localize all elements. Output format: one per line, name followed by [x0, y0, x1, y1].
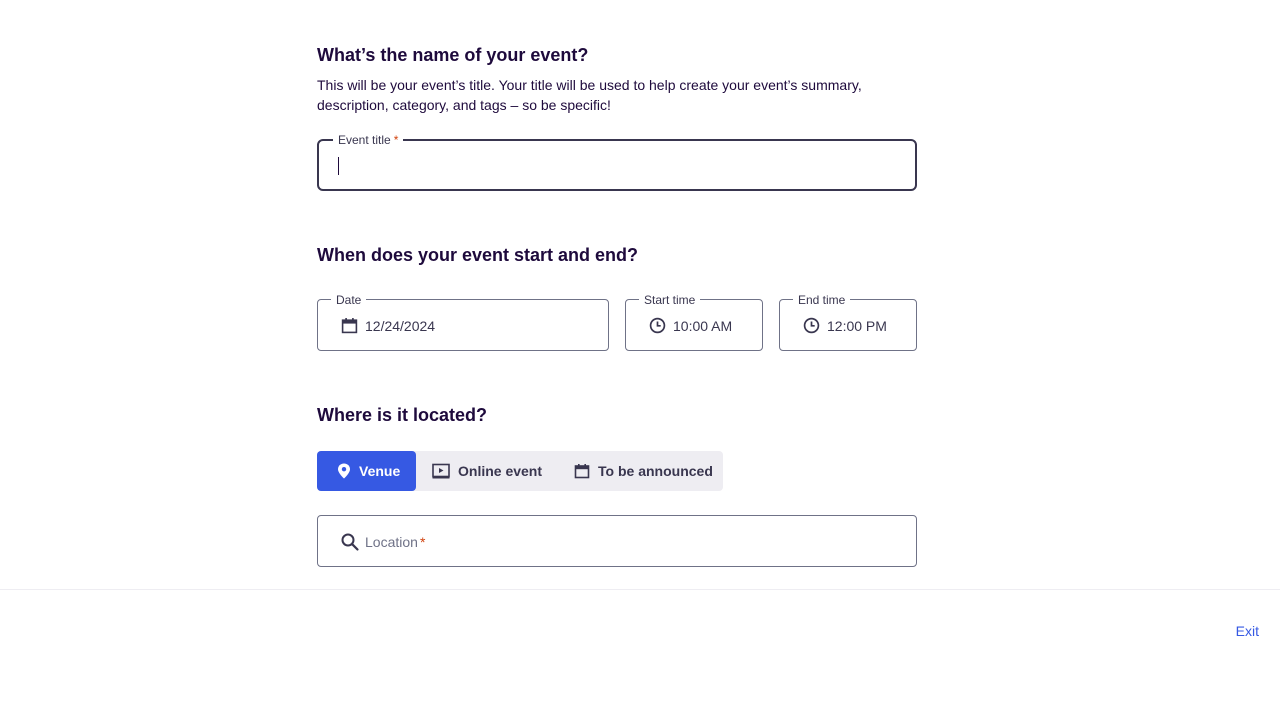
exit-link[interactable]: Exit [1236, 623, 1259, 639]
to-be-announced-option-button[interactable]: To be announced [558, 451, 729, 491]
required-asterisk: * [393, 133, 399, 147]
text-cursor [338, 157, 339, 175]
calendar-icon [574, 464, 590, 479]
start-time-value: 10:00 AM [673, 318, 733, 334]
date-picker-field[interactable]: Date 12/24/2024 [317, 292, 609, 351]
venue-option-button[interactable]: Venue [317, 451, 416, 491]
location-heading: Where is it located? [317, 405, 488, 425]
required-asterisk: * [419, 534, 426, 550]
online-event-option-button[interactable]: Online event [416, 451, 558, 491]
clock-icon [649, 317, 666, 334]
location-type-selector: Venue Online event To be announced [317, 451, 723, 491]
to-be-announced-option-label: To be announced [598, 463, 713, 479]
start-time-field[interactable]: Start time 10:00 AM [625, 292, 763, 351]
form-scroll-area[interactable]: What’s the name of your event? This will… [0, 0, 1280, 589]
location-placeholder: Location * [365, 534, 426, 550]
video-screen-icon [432, 463, 450, 479]
search-icon [341, 533, 359, 551]
date-value: 12/24/2024 [365, 318, 436, 334]
datetime-heading: When does your event start and end? [317, 245, 639, 265]
end-time-label: End time [793, 292, 851, 308]
venue-option-label: Venue [359, 463, 401, 479]
online-event-option-label: Online event [458, 463, 543, 479]
event-title-label: Event title * [333, 132, 404, 148]
end-time-value: 12:00 PM [827, 318, 887, 334]
event-name-description: This will be your event’s title. Your ti… [317, 77, 862, 113]
calendar-icon [341, 318, 358, 334]
event-title-input[interactable]: Event title * [317, 132, 917, 191]
clock-icon [803, 317, 820, 334]
end-time-field[interactable]: End time 12:00 PM [779, 292, 917, 351]
event-name-heading: What’s the name of your event? [317, 45, 589, 65]
map-pin-icon [338, 463, 350, 479]
start-time-label: Start time [639, 292, 701, 308]
footer-bar: Exit [0, 589, 1280, 720]
location-search-input[interactable]: Location * [317, 515, 917, 567]
date-label: Date [331, 292, 367, 308]
